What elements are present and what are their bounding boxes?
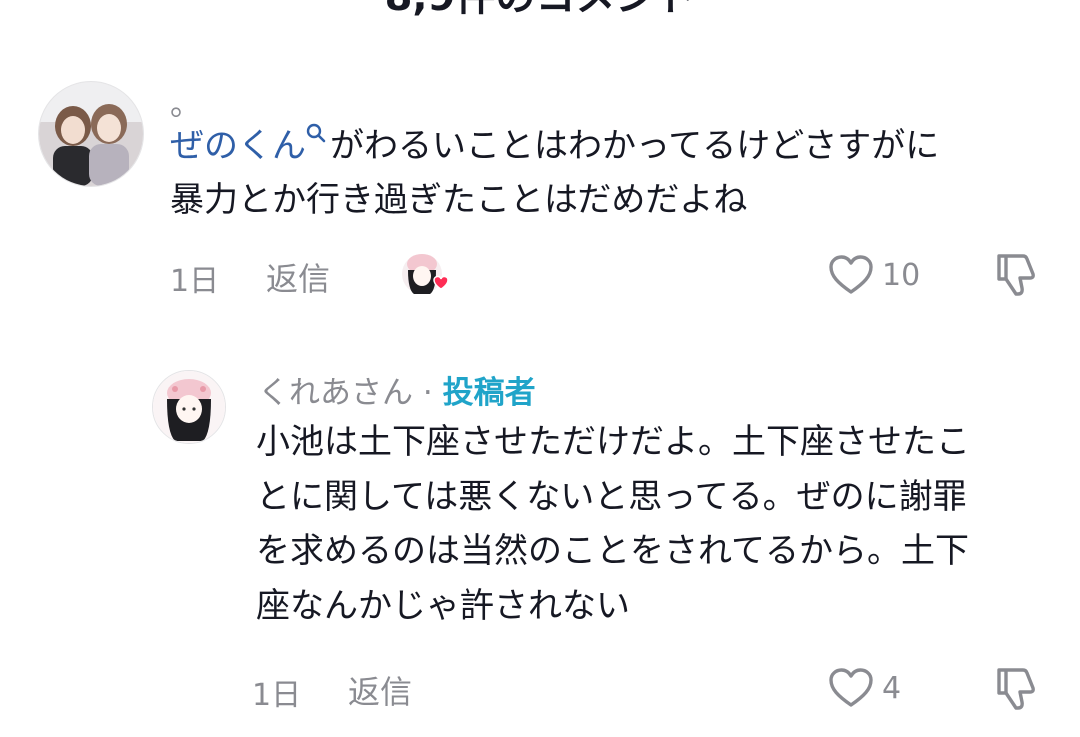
dislike-icon bbox=[997, 668, 1035, 710]
comments-panel: 8,9件のコメント 。 ぜのくんがわるいことはわかってるけどさすがに 暴力とか行… bbox=[0, 0, 1080, 737]
heart-outline-icon bbox=[829, 255, 873, 294]
search-icon bbox=[306, 123, 326, 143]
author-badge: 投稿者 bbox=[442, 375, 536, 411]
reply-button[interactable]: 返信 bbox=[348, 667, 412, 713]
like-button[interactable]: 4 bbox=[828, 667, 901, 709]
comment-text-line: とに関しては悪くないと思ってる。ぜのに謝罪 bbox=[256, 476, 967, 517]
like-count: 10 bbox=[882, 257, 921, 293]
comment-text-line: 座なんかじゃ許されない bbox=[256, 585, 630, 626]
comment-text-line: 小池は土下座させただけだよ。土下座させたこ bbox=[256, 422, 970, 462]
avatar[interactable] bbox=[152, 370, 226, 444]
comment-username: くれあさん · 投稿者 bbox=[258, 367, 536, 412]
reply-button[interactable]: 返信 bbox=[266, 254, 330, 300]
comment-text-part: がわるいことはわかってるけどさすがに bbox=[330, 126, 940, 166]
comment-text: ぜのくん がわるいことはわかってるけどさすがに 暴力とか行き過ぎたことはだめだよね bbox=[170, 119, 1050, 227]
comment-text-line: を求めるのは当然のことをされてるから。土下 bbox=[256, 531, 969, 571]
mention-name: ぜのくん bbox=[170, 126, 306, 166]
avatar[interactable] bbox=[38, 81, 144, 187]
dislike-button[interactable] bbox=[993, 252, 1039, 298]
dislike-button[interactable] bbox=[993, 666, 1039, 712]
comment-timestamp: 1日 bbox=[170, 264, 220, 299]
heart-outline-icon bbox=[829, 668, 873, 707]
like-count: 4 bbox=[882, 670, 902, 706]
creator-liked-icon bbox=[400, 250, 454, 298]
dislike-icon bbox=[997, 254, 1035, 296]
like-button[interactable]: 10 bbox=[828, 254, 920, 296]
comment-username[interactable]: 。 bbox=[170, 79, 201, 124]
comments-header-title: 8,9件のコメント bbox=[0, 0, 1080, 22]
mention-link[interactable]: ぜのくん bbox=[170, 123, 330, 166]
reply-username[interactable]: くれあさん bbox=[258, 375, 413, 411]
comment-text: 小池は土下座させただけだよ。土下座させたこ とに関しては悪くないと思ってる。ぜの… bbox=[256, 415, 1056, 633]
comment-timestamp: 1日 bbox=[252, 678, 302, 713]
username-separator: · bbox=[422, 375, 433, 411]
comment-text-line: 暴力とか行き過ぎたことはだめだよね bbox=[170, 180, 748, 220]
